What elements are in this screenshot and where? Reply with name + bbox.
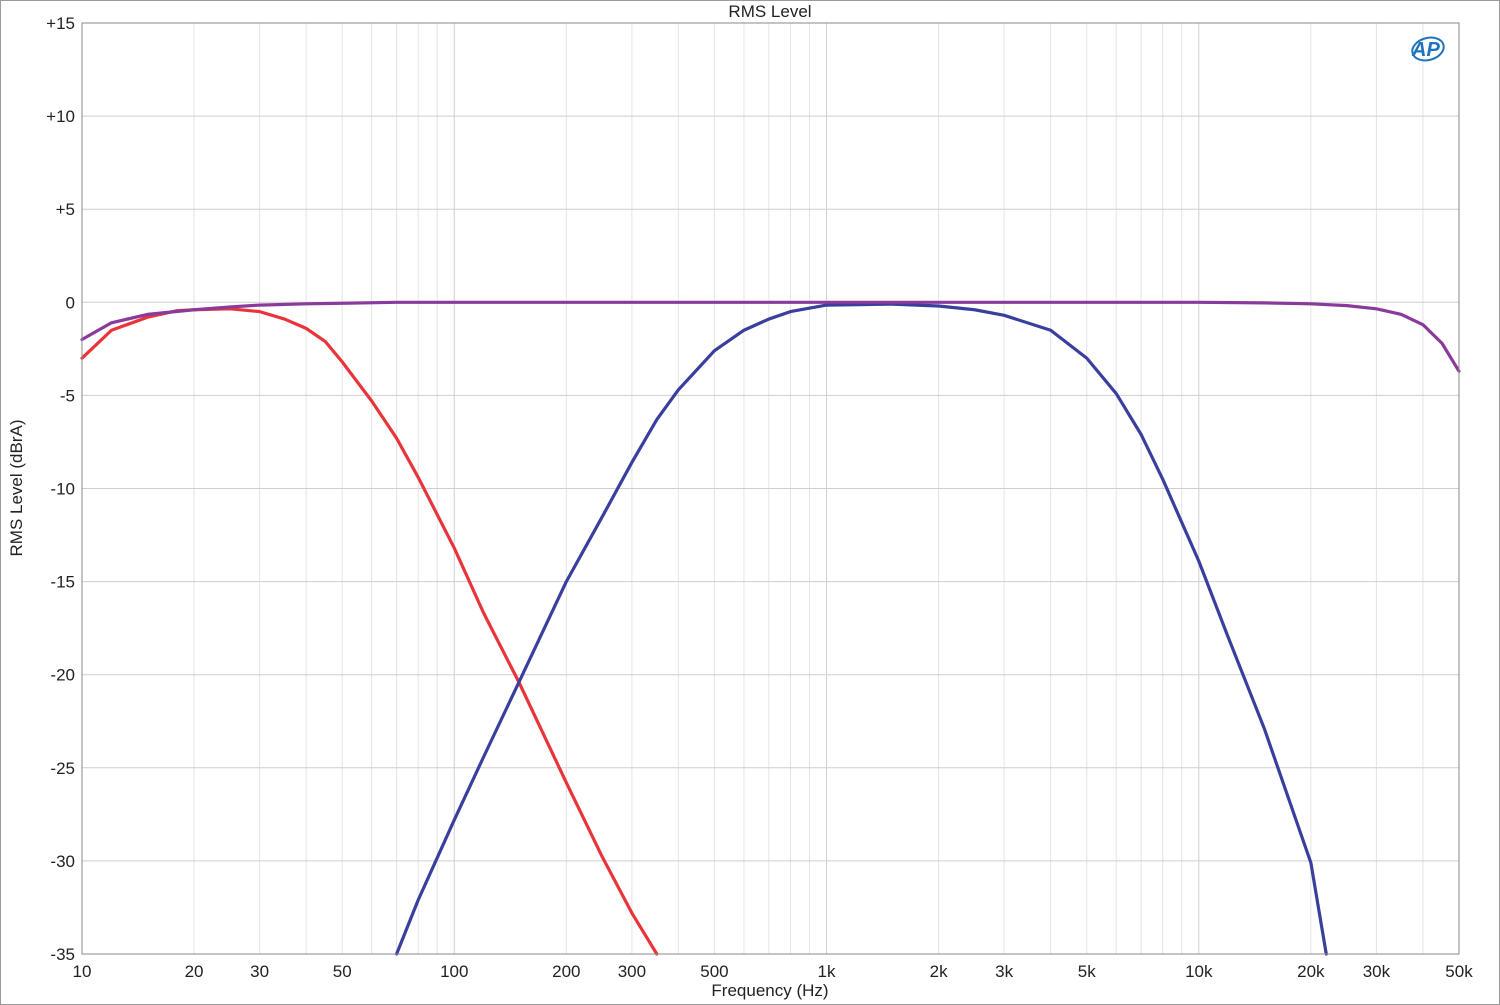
y-tick-label: -15	[50, 573, 75, 592]
x-tick-label: 200	[552, 962, 580, 981]
y-tick-label: -5	[60, 386, 75, 405]
y-tick-label: -25	[50, 759, 75, 778]
x-tick-label: 50k	[1445, 962, 1473, 981]
series-lines	[80, 300, 1461, 956]
y-tick-label: -10	[50, 480, 75, 499]
y-tick-label: 0	[66, 293, 75, 312]
y-axis-title: RMS Level (dBrA)	[7, 420, 26, 557]
chart-title: RMS Level	[728, 2, 811, 21]
y-tick-label: -35	[50, 945, 75, 964]
x-tick-label: 300	[618, 962, 646, 981]
grid	[82, 22, 1459, 955]
x-tick-label: 30	[250, 962, 269, 981]
x-tick-label: 2k	[930, 962, 948, 981]
x-tick-label: 10k	[1185, 962, 1213, 981]
x-tick-label: 30k	[1363, 962, 1391, 981]
x-tick-label: 1k	[818, 962, 836, 981]
series-line-2	[395, 302, 1328, 956]
y-tick-label: +5	[56, 200, 75, 219]
x-tick-label: 50	[333, 962, 352, 981]
series-line-3	[80, 300, 1461, 373]
series-line-1	[80, 307, 659, 956]
x-tick-label: 500	[700, 962, 728, 981]
x-tick-label: 5k	[1078, 962, 1096, 981]
x-tick-label: 20k	[1297, 962, 1325, 981]
y-tick-label: -30	[50, 852, 75, 871]
x-axis-title: Frequency (Hz)	[711, 981, 828, 1000]
rms-level-chart: RMS Level Frequency (Hz) RMS Level (dBrA…	[7, 2, 1473, 1000]
x-tick-label: 3k	[995, 962, 1013, 981]
x-tick-label: 20	[185, 962, 204, 981]
x-tick-label: 100	[440, 962, 468, 981]
y-tick-label: +10	[46, 107, 75, 126]
audio-precision-logo: AP	[1411, 36, 1445, 62]
y-tick-label: +15	[46, 14, 75, 33]
x-tick-label: 10	[73, 962, 92, 981]
tick-labels: 10 20 30 50 100 200 300 500 1k 2k 3k 5k 10k 20k 30k 50k…	[46, 14, 1473, 981]
logo-text: AP	[1411, 39, 1440, 61]
y-tick-label: -20	[50, 666, 75, 685]
